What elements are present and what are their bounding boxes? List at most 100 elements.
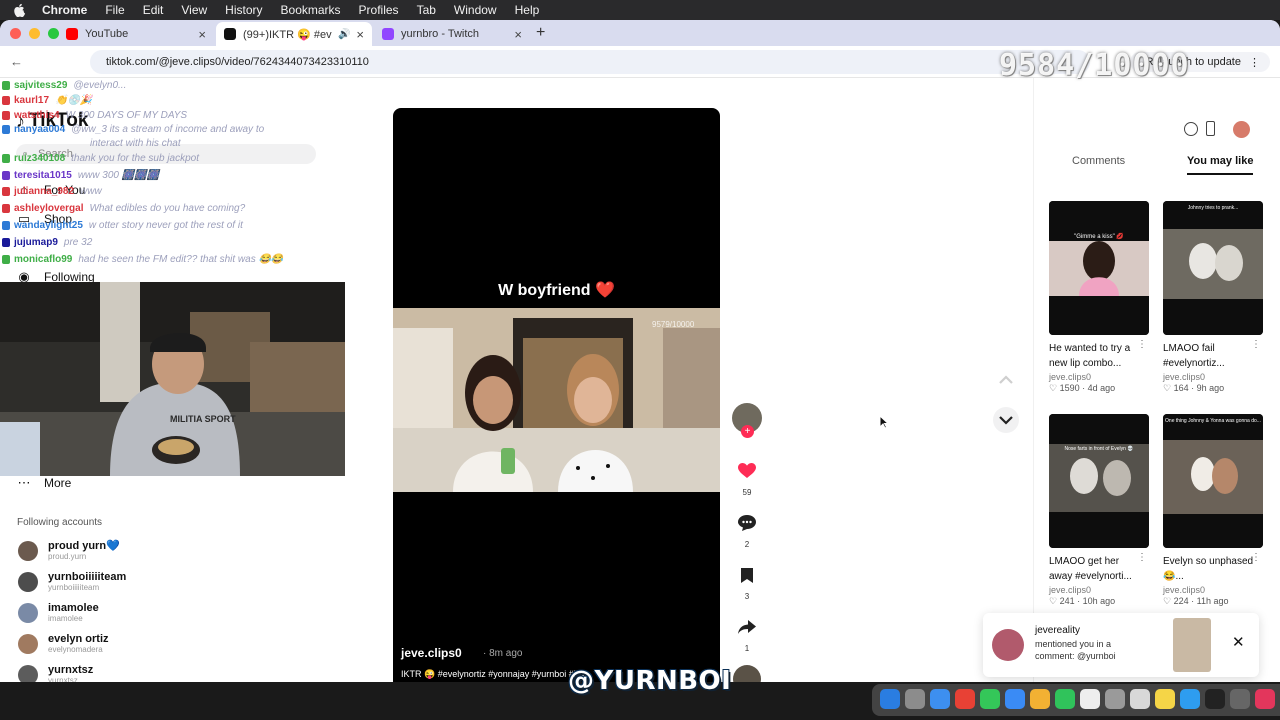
close-tab-icon[interactable]: × — [198, 27, 206, 42]
chat-message: @evelyn0... — [73, 79, 127, 91]
sound-avatar-button[interactable] — [731, 665, 763, 682]
notes-icon[interactable] — [1155, 689, 1175, 709]
recommended-card[interactable]: Johnny tries to prank... LMAOO fail #eve… — [1163, 201, 1263, 394]
account-handle: proud.yurn — [48, 552, 87, 561]
close-tab-icon[interactable]: × — [356, 27, 364, 42]
chat-username[interactable]: ashleylovergal — [14, 203, 83, 214]
device-icon[interactable] — [1206, 121, 1215, 136]
account-name: imamolee — [48, 602, 99, 614]
new-tab-icon[interactable]: + — [536, 24, 545, 42]
safari-icon[interactable] — [930, 689, 950, 709]
card-menu-icon[interactable]: ⋮ — [1137, 552, 1147, 563]
menu-tab[interactable]: Tab — [417, 3, 436, 17]
sidebar-item-more[interactable]: ⋯ More — [16, 475, 72, 491]
following-account[interactable]: yurnxtsz yurnxtsz — [18, 664, 93, 682]
chat-username[interactable]: julianna_982 — [14, 186, 74, 197]
chat-line: julianna_982 www — [2, 184, 102, 198]
account-handle: yurnboiiiiiteam — [48, 583, 100, 592]
menu-window[interactable]: Window — [454, 3, 497, 17]
photos-icon[interactable] — [1030, 689, 1050, 709]
recommended-card[interactable]: Nose farts in front of Evelyn 💀 LMAOO ge… — [1049, 414, 1149, 607]
chat-username[interactable]: sajvitess29 — [14, 80, 67, 91]
profile-avatar[interactable] — [1233, 121, 1250, 138]
chat-username[interactable]: monicaflo99 — [14, 254, 72, 265]
following-account[interactable]: imamolee imamolee — [18, 602, 99, 624]
comment-button[interactable]: 2 — [731, 510, 763, 549]
menu-history[interactable]: History — [225, 3, 262, 17]
chat-username[interactable]: jujumap9 — [14, 237, 58, 248]
address-url[interactable]: tiktok.com/@jeve.clips0/video/7624344073… — [106, 56, 369, 68]
following-account[interactable]: proud yurn💙 proud.yurn — [18, 540, 120, 562]
compass-icon[interactable] — [1184, 122, 1198, 136]
menu-app-name[interactable]: Chrome — [42, 3, 87, 17]
menu-edit[interactable]: Edit — [143, 3, 164, 17]
card-stats: ♡ 224 · 11h ago — [1163, 596, 1229, 606]
video-player[interactable]: W boyfriend ❤️ 9579/10000 jeve.clips0 · … — [393, 108, 720, 682]
video-time: · 8m ago — [483, 648, 523, 659]
speaker-icon[interactable]: 🔊 — [338, 29, 350, 40]
card-likes: 224 — [1173, 596, 1189, 606]
video-author[interactable]: jeve.clips0 — [401, 646, 462, 660]
menu-help[interactable]: Help — [515, 3, 540, 17]
tab-youtube[interactable]: YouTube × — [58, 22, 214, 46]
like-button[interactable]: 59 — [731, 458, 763, 497]
close-tab-icon[interactable]: × — [514, 27, 522, 42]
launchpad-icon[interactable] — [905, 689, 925, 709]
chat-line: ruiz340108 thank you for the sub jackpot — [2, 151, 199, 165]
mention-notification[interactable]: jevereality mentioned you in a comment: … — [983, 613, 1259, 677]
author-avatar-button[interactable]: + — [731, 403, 763, 438]
following-account[interactable]: yurnboiiiiiteam yurnboiiiiiteam — [18, 571, 126, 593]
recommended-card[interactable]: One thing Johnny & Yonna was gonna do...… — [1163, 414, 1263, 607]
apple-icon[interactable] — [14, 3, 26, 17]
menu-view[interactable]: View — [181, 3, 207, 17]
chat-username[interactable]: watsthis4 — [14, 110, 60, 121]
contacts-icon[interactable] — [1105, 689, 1125, 709]
chat-username[interactable]: kaurl17 — [14, 95, 49, 106]
chat-username[interactable]: teresita1015 — [14, 170, 72, 181]
following-accounts-title: Following accounts — [17, 517, 103, 528]
minimize-window-button[interactable] — [29, 28, 40, 39]
notification-user: jevereality — [1035, 625, 1081, 636]
tab-tiktok[interactable]: (99+)IKTR 😜 #evelynortiz 🔊 × — [216, 22, 372, 46]
recommended-card[interactable]: "Gimme a kiss" 💋 He wanted to try a new … — [1049, 201, 1149, 394]
menu-bookmarks[interactable]: Bookmarks — [281, 3, 341, 17]
card-menu-icon[interactable]: ⋮ — [1251, 339, 1261, 350]
sub-goal-counter: 9584/10000 — [999, 48, 1190, 83]
card-likes: 241 — [1059, 596, 1075, 606]
card-menu-icon[interactable]: ⋮ — [1137, 339, 1147, 350]
back-arrow-icon[interactable]: ← — [10, 54, 23, 69]
chat-message: W 300 DAYS OF MY DAYS — [65, 109, 188, 121]
chat-username[interactable]: ruiz340108 — [14, 153, 65, 164]
messages-icon[interactable] — [980, 689, 1000, 709]
appstore-icon[interactable] — [1180, 689, 1200, 709]
menu-file[interactable]: File — [105, 3, 124, 17]
following-account[interactable]: evelyn ortiz evelynomadera — [18, 633, 109, 655]
tab-you-may-like[interactable]: You may like — [1187, 155, 1254, 175]
close-icon[interactable]: ✕ — [1232, 633, 1245, 651]
tab-twitch[interactable]: yurnbro - Twitch × — [374, 22, 530, 46]
app-icon[interactable] — [1205, 689, 1225, 709]
video-tags[interactable]: IKTR 😜 #evelynortiz #yonnajay #yurnboi #… — [401, 669, 590, 680]
chat-username[interactable]: nanyaa004 — [14, 124, 65, 135]
mail-icon[interactable] — [1005, 689, 1025, 709]
save-count: 3 — [744, 592, 750, 601]
chrome-icon[interactable] — [955, 689, 975, 709]
save-button[interactable]: 3 — [731, 562, 763, 601]
menu-profiles[interactable]: Profiles — [359, 3, 399, 17]
card-menu-icon[interactable]: ⋮ — [1251, 552, 1261, 563]
calendar-icon[interactable] — [1080, 689, 1100, 709]
facetime-icon[interactable] — [1055, 689, 1075, 709]
tab-comments[interactable]: Comments — [1072, 155, 1125, 167]
window-controls — [10, 28, 59, 39]
reminders-icon[interactable] — [1130, 689, 1150, 709]
previous-video-button[interactable] — [992, 366, 1020, 399]
kebab-menu-icon[interactable]: ⋮ — [1249, 56, 1260, 69]
close-window-button[interactable] — [10, 28, 21, 39]
follow-plus-icon[interactable]: + — [741, 425, 754, 438]
music-icon[interactable] — [1255, 689, 1275, 709]
finder-icon[interactable] — [880, 689, 900, 709]
next-video-button[interactable] — [992, 406, 1020, 439]
chat-username[interactable]: wandaylight25 — [14, 220, 83, 231]
share-button[interactable]: 1 — [731, 614, 763, 653]
app-icon[interactable] — [1230, 689, 1250, 709]
